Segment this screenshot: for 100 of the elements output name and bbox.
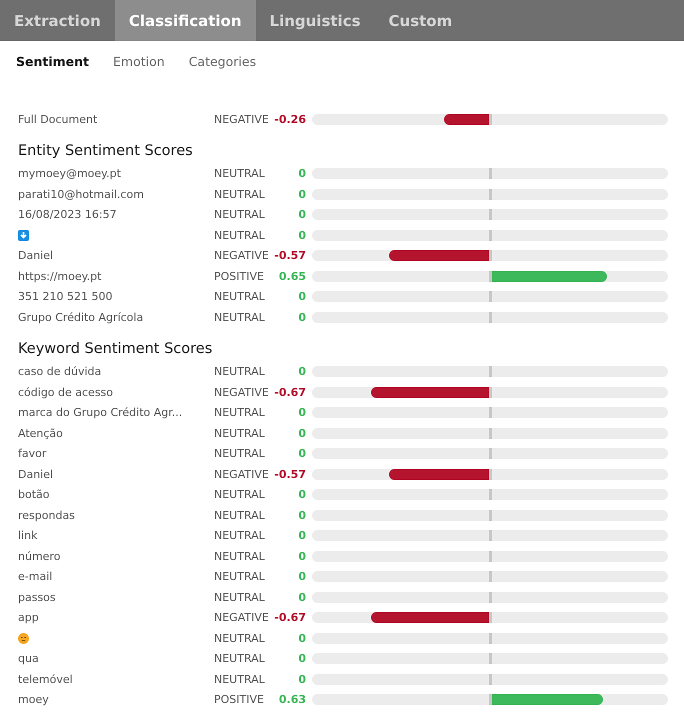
sentiment-label: NEUTRAL [213,672,266,686]
center-marker [489,312,492,323]
item-name: qua [18,652,40,666]
center-marker [489,674,492,685]
sentiment-score: 0 [297,188,307,201]
center-marker [489,250,492,262]
sentiment-score: -0.67 [274,611,307,624]
center-marker [489,168,492,180]
sentiment-label: POSITIVE [213,693,265,706]
item-name: 16/08/2023 16:57 [18,208,118,222]
item-name: passos [18,590,57,604]
center-marker [489,448,492,460]
tab[interactable]: Custom [374,0,466,41]
tab[interactable]: Linguistics [256,0,375,41]
center-marker [489,428,492,439]
sentiment-score: 0 [297,652,307,666]
sentiment-score: 0.65 [278,270,307,283]
score-fill [444,114,490,125]
sentiment-score: 0 [297,447,307,460]
sentiment-label: NEUTRAL [213,290,266,304]
sentiment-label: NEUTRAL [213,208,266,222]
sentiment-label: NEGATIVE [213,112,270,126]
sentiment-score: 0 [297,310,307,324]
sentiment-label: NEUTRAL [213,447,266,460]
section-heading: Keyword Sentiment Scores [18,340,214,356]
center-marker [489,230,492,241]
sentiment-label: NEGATIVE [213,468,270,481]
item-name: mymoey@moey.pt [18,167,122,180]
sentiment-label: NEUTRAL [213,228,266,242]
center-marker [489,366,492,378]
tab[interactable]: Extraction [0,0,115,41]
item-name: marca do Grupo Crédito Agr... [18,406,184,420]
sentiment-label: NEUTRAL [213,406,266,420]
item-name: parati10@hotmail.com [18,188,145,201]
center-marker [489,489,492,500]
sentiment-label: NEUTRAL [213,529,266,542]
center-marker [489,407,492,418]
item-name: Atenção [18,426,64,440]
sentiment-score: 0 [297,570,307,584]
sentiment-score: 0 [297,228,307,242]
item-name: Full Document [18,112,98,126]
section-heading: Entity Sentiment Scores [18,142,194,158]
sentiment-label: NEUTRAL [213,310,266,324]
sentiment-label: NEUTRAL [213,188,266,201]
item-name: botão [18,488,50,502]
center-marker [489,468,492,480]
sentiment-score: 0 [297,488,307,502]
center-marker [489,550,492,562]
item-name: 351 210 521 500 [18,290,114,304]
subtab[interactable]: Categories [188,54,256,76]
center-marker [489,632,492,644]
center-marker [489,270,492,282]
sentiment-label: NEUTRAL [213,570,266,584]
sentiment-label: NEUTRAL [213,508,266,522]
item-name: Daniel [18,468,54,481]
center-marker [489,612,492,624]
subtab[interactable]: Sentiment [16,54,90,76]
item-name: app [18,611,40,624]
download-icon [18,230,29,241]
subtab[interactable]: Emotion [113,54,165,76]
sentiment-label: NEUTRAL [213,550,266,563]
item-name: favor [18,447,48,460]
sentiment-score: -0.67 [274,386,307,399]
sentiment-label: NEUTRAL [213,167,266,180]
center-marker [489,114,492,125]
sentiment-score: 0 [297,672,307,686]
item-name: e-mail [18,570,54,584]
item-name: telemóvel [18,672,74,686]
sentiment-score: 0 [297,550,307,563]
item-name: moey [18,693,50,706]
sentiment-score: 0 [297,208,307,222]
sentiment-label: POSITIVE [213,270,265,283]
sentiment-score: 0 [297,529,307,542]
sad-face-icon [18,632,29,644]
sentiment-score: -0.57 [274,249,307,262]
sentiment-score: 0 [297,632,307,645]
center-marker [489,209,492,220]
item-name: caso de dúvida [18,365,102,378]
item-name: número [18,550,62,563]
sentiment-label: NEUTRAL [213,632,266,645]
sentiment-score: 0 [297,508,307,522]
sentiment-label: NEGATIVE [213,611,270,624]
sentiment-label: NEGATIVE [213,249,270,262]
item-name: respondas [18,508,76,522]
item-name: código de acesso [18,386,114,399]
sentiment-score: -0.57 [274,468,307,481]
sentiment-score: 0 [297,167,307,180]
item-name: Daniel [18,249,54,262]
center-marker [489,291,492,302]
item-name: link [18,529,38,542]
sentiment-score: 0 [297,406,307,420]
center-marker [489,653,492,664]
item-name: Grupo Crédito Agrícola [18,310,144,324]
center-marker [489,571,492,582]
center-marker [489,694,492,706]
center-marker [489,386,492,398]
sentiment-label: NEUTRAL [213,488,266,502]
tab[interactable]: Classification [114,0,256,41]
item-name: https://moey.pt [18,270,102,283]
sentiment-score: 0 [297,426,307,440]
